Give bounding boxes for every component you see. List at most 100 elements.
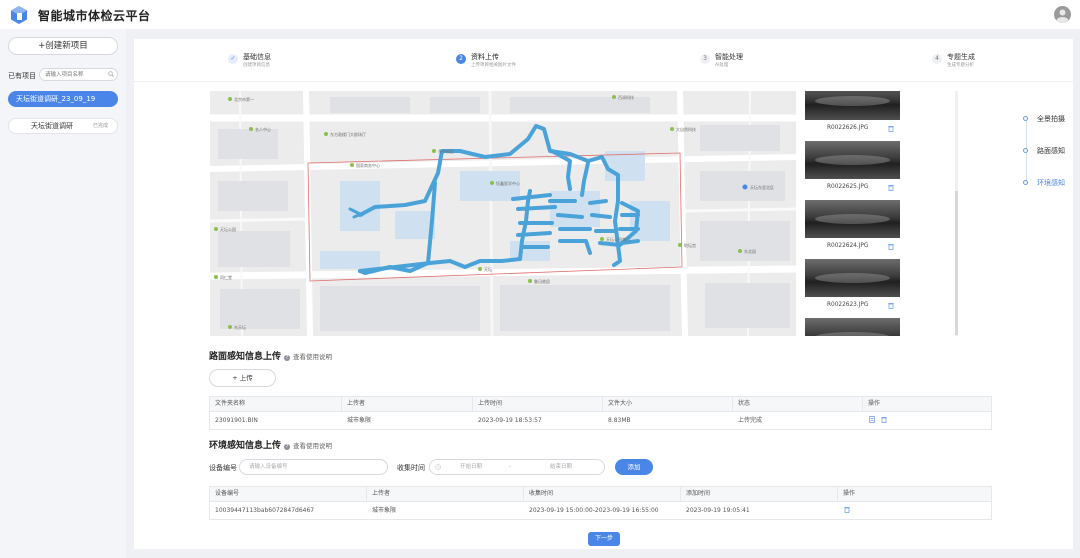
env-help-link[interactable]: ? 查看使用说明 <box>284 440 332 450</box>
column-header: 添加时间 <box>686 490 711 497</box>
main-panel: ✓ 基础信息 创建项目信息 2 资料上传 上传项目相关图片文件 3 智能处理 A… <box>134 39 1073 549</box>
create-project-button[interactable]: +创建新项目 <box>8 37 118 55</box>
photo-thumbnail[interactable] <box>805 200 900 238</box>
delete-icon[interactable] <box>888 243 894 250</box>
step-title: 专题生成 <box>947 53 975 61</box>
photo-filename: R0022625.JPG <box>827 184 869 190</box>
cell-device: 10039447113bab6072847d6467 <box>215 507 315 514</box>
table-row: 10039447113bab6072847d6467 城市象限 2023-09-… <box>210 502 991 520</box>
anchor-label: 环境感知 <box>1037 179 1065 187</box>
map-canvas: 北京市第一 名人中心 东方鼓楼门大剧场厅 国家商务中心 东中校区 钰鑫医学中心 … <box>210 91 796 336</box>
range-separator: - <box>509 464 511 470</box>
anchor-label: 全景拍摄 <box>1037 115 1065 123</box>
step-title: 资料上传 <box>471 53 499 61</box>
road-help-link[interactable]: ? 查看使用说明 <box>284 351 332 361</box>
column-header: 设备编号 <box>215 490 240 497</box>
cell-uploader: 城市象限 <box>372 507 397 514</box>
table-header: 设备编号 上传者 收集时间 添加时间 操作 <box>210 487 991 502</box>
column-header: 收集时间 <box>529 490 554 497</box>
project-item[interactable]: 天坛街道调研 已完成 <box>8 118 118 134</box>
map-label: 北京市第一 <box>234 96 254 102</box>
env-table: 设备编号 上传者 收集时间 添加时间 操作 10039447113bab6072… <box>209 486 992 520</box>
sidebar: +创建新项目 已有项目 天坛街道调研_23_09_19 天坛街道调研 已完成 <box>0 29 126 558</box>
project-search-input[interactable] <box>39 68 118 81</box>
upload-button[interactable]: + 上传 <box>209 369 276 387</box>
map-label: 百润科技 <box>618 94 634 100</box>
cell-size: 8.83MB <box>608 417 631 424</box>
map-label: 名人中心 <box>255 126 271 132</box>
next-step-button[interactable]: 下一步 <box>588 532 620 546</box>
photo-list: R0022626.JPG R0022625.JPG R0022624.JPG R… <box>805 91 901 336</box>
photo-item[interactable] <box>805 200 900 238</box>
column-header: 操作 <box>868 400 881 407</box>
delete-icon[interactable] <box>844 506 850 513</box>
photo-scrollbar[interactable] <box>955 91 958 336</box>
help-icon: ? <box>284 355 290 361</box>
project-name: 天坛街道调研_23_09_19 <box>16 95 96 103</box>
scrollbar-thumb[interactable] <box>955 191 958 335</box>
photo-item[interactable] <box>805 318 900 336</box>
map-label: 同仁堂 <box>220 274 232 280</box>
photo-thumbnail[interactable] <box>805 141 900 179</box>
device-input[interactable]: 请输入设备编号 <box>239 459 388 475</box>
add-button[interactable]: 添加 <box>615 459 653 475</box>
cell-folder: 23091901.BIN <box>215 417 258 424</box>
delete-icon[interactable] <box>888 125 894 132</box>
step-bar: ✓ 基础信息 创建项目信息 2 资料上传 上传项目相关图片文件 3 智能处理 A… <box>134 39 1073 82</box>
map-label: 国家商务中心 <box>356 162 380 168</box>
step-desc: AI处理 <box>715 63 729 68</box>
map-label: 大自然科技 <box>676 126 696 132</box>
user-avatar-icon[interactable] <box>1054 6 1071 23</box>
photo-item[interactable] <box>805 141 900 179</box>
search-icon[interactable] <box>108 71 114 77</box>
map-label: 天坛公园 <box>220 226 236 232</box>
photo-thumbnail[interactable] <box>805 259 900 297</box>
map-label: 地坛宫 <box>684 242 696 248</box>
photo-thumbnail[interactable] <box>805 318 900 336</box>
view-file-icon[interactable] <box>869 416 875 423</box>
delete-icon[interactable] <box>888 184 894 191</box>
step-number: 2 <box>456 54 466 64</box>
photo-item[interactable] <box>805 259 900 297</box>
column-header: 操作 <box>843 490 856 497</box>
step-title: 智能处理 <box>715 53 743 61</box>
delete-icon[interactable] <box>888 302 894 309</box>
track-map[interactable]: 北京市第一 名人中心 东方鼓楼门大剧场厅 国家商务中心 东中校区 钰鑫医学中心 … <box>210 91 796 336</box>
step-desc: 生成专题分析 <box>947 63 974 68</box>
photo-item[interactable] <box>805 91 900 120</box>
anchor-dot <box>1023 180 1028 185</box>
cell-status: 上传完成 <box>738 417 763 424</box>
end-date[interactable]: 结束日期 <box>550 460 572 474</box>
delete-icon[interactable] <box>881 416 887 423</box>
cell-collect-time: 2023-09-19 15:00:00-2023-09-19 16:55:00 <box>529 507 659 514</box>
project-item-active[interactable]: 天坛街道调研_23_09_19 <box>8 91 118 107</box>
device-label: 设备编号 <box>209 464 237 472</box>
step-desc: 上传项目相关图片文件 <box>471 63 516 68</box>
cell-uploader: 城市象限 <box>347 417 372 424</box>
column-header: 状态 <box>738 400 751 407</box>
existing-projects-label: 已有项目 <box>8 72 36 80</box>
map-label: 鲁迅故居 <box>534 278 550 284</box>
step-title: 基础信息 <box>243 53 271 61</box>
map-label: 钰鑫医学中心 <box>496 180 520 186</box>
map-label: 东方鼓楼门大剧场厅 <box>330 131 366 137</box>
map-label: 东北园 <box>744 248 756 254</box>
date-range-picker[interactable]: 开始日期 - 结束日期 <box>429 459 605 475</box>
step-number: 3 <box>700 54 710 64</box>
road-section-title: 路面感知信息上传 <box>209 352 282 362</box>
road-table: 文件夹名称 上传者 上传时间 文件大小 状态 操作 23091901.BIN 城… <box>209 396 992 430</box>
clock-icon <box>435 464 441 470</box>
photo-thumbnail[interactable] <box>805 91 900 120</box>
cell-time: 2023-09-19 18:53:57 <box>478 417 542 424</box>
start-date[interactable]: 开始日期 <box>460 460 482 474</box>
map-label: 天坛东里北区 <box>750 184 774 190</box>
help-text: 查看使用说明 <box>293 353 332 361</box>
time-label: 收集时间 <box>397 464 425 472</box>
anchor-label: 路面感知 <box>1037 147 1065 155</box>
status-badge: 已完成 <box>92 123 108 129</box>
top-bar: 智能城市体检云平台 <box>0 0 1080 29</box>
column-header: 文件大小 <box>608 400 633 407</box>
map-label: 天坛 <box>484 266 492 272</box>
photo-filename: R0022624.JPG <box>827 243 869 249</box>
anchor-dot <box>1023 148 1028 153</box>
